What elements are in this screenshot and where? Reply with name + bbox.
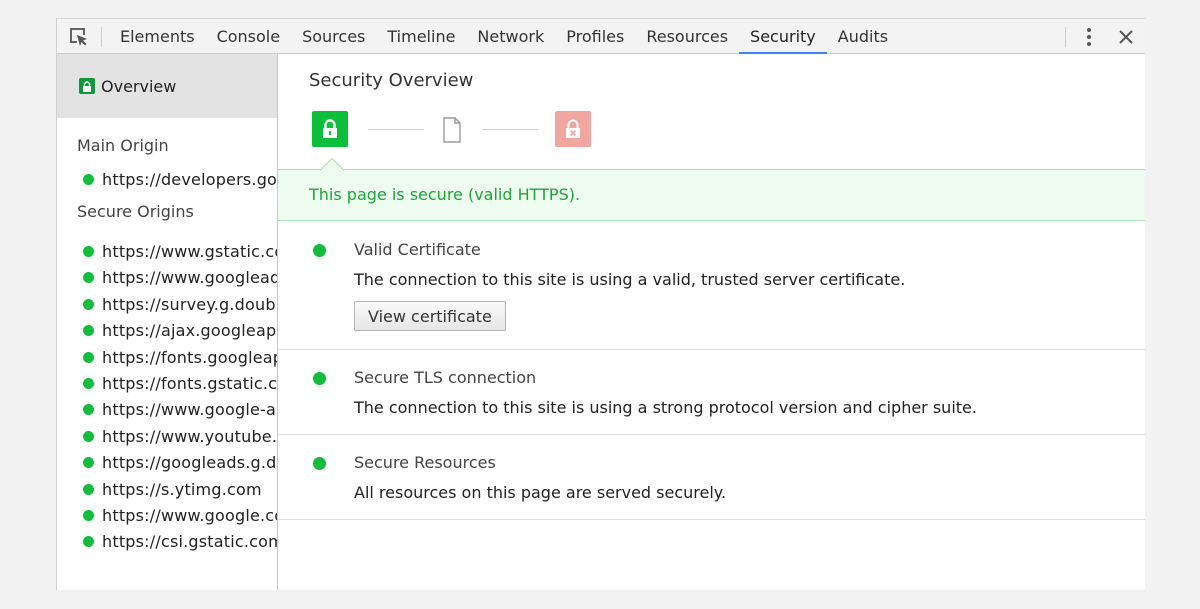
- secure-origins-heading: Secure Origins: [77, 202, 194, 222]
- origin-label: https://www.google-ar: [102, 400, 278, 420]
- tab-profiles[interactable]: Profiles: [555, 19, 635, 54]
- explanation-description: The connection to this site is using a s…: [354, 398, 977, 417]
- secure-dot-icon: [83, 378, 94, 390]
- explanation-secure-tls: Secure TLS connection The connection to …: [278, 350, 1145, 435]
- sidebar-item-origin[interactable]: https://www.gstatic.co: [57, 238, 277, 264]
- secure-origins-list: https://www.gstatic.co https://www.google…: [57, 238, 277, 555]
- security-main-panel: Security Overview This page is secure (v…: [278, 54, 1145, 590]
- secure-dot-icon: [83, 404, 94, 416]
- document-icon: [443, 117, 461, 143]
- devtools-window: Elements Console Sources Timeline Networ…: [56, 18, 1145, 590]
- devtools-toolbar: Elements Console Sources Timeline Networ…: [57, 18, 1145, 54]
- security-summary-banner: This page is secure (valid HTTPS).: [278, 169, 1145, 221]
- secure-dot-icon: [83, 483, 94, 495]
- origin-label: https://s.ytimg.com: [102, 479, 262, 499]
- lock-icon: [79, 78, 95, 94]
- sidebar-item-origin[interactable]: https://www.googleads: [57, 265, 277, 291]
- origin-label: https://www.youtube.c: [102, 426, 278, 446]
- sidebar-overview-label: Overview: [101, 76, 177, 96]
- close-icon: [1119, 30, 1133, 44]
- origin-label: https://developers.goo: [102, 169, 278, 189]
- origin-label: https://fonts.gstatic.co: [102, 374, 278, 394]
- sidebar-item-origin[interactable]: https://survey.g.doubl: [57, 291, 277, 317]
- origin-label: https://ajax.googleapi: [102, 321, 278, 341]
- secure-dot-icon: [313, 372, 326, 385]
- tab-console[interactable]: Console: [206, 19, 292, 54]
- tab-sources[interactable]: Sources: [291, 19, 376, 54]
- tab-audits[interactable]: Audits: [827, 19, 899, 54]
- close-devtools-button[interactable]: [1114, 25, 1138, 49]
- origin-label: https://googleads.g.do: [102, 453, 278, 473]
- panel-tabs: Elements Console Sources Timeline Networ…: [109, 19, 899, 54]
- origin-label: https://www.googleads: [102, 268, 278, 288]
- origin-label: https://survey.g.doubl: [102, 294, 278, 314]
- more-options-button[interactable]: [1077, 25, 1101, 49]
- secure-lock-icon: [312, 111, 348, 147]
- more-vertical-icon: [1087, 28, 1091, 46]
- view-certificate-button[interactable]: View certificate: [354, 301, 506, 331]
- inspect-element-button[interactable]: [67, 25, 91, 49]
- toolbar-separator: [101, 27, 102, 47]
- tab-timeline[interactable]: Timeline: [376, 19, 466, 54]
- secure-dot-icon: [83, 298, 94, 310]
- tab-resources[interactable]: Resources: [635, 19, 739, 54]
- sidebar-item-origin[interactable]: https://www.google-ar: [57, 397, 277, 423]
- secure-dot-icon: [313, 244, 326, 257]
- explanation-title: Secure Resources: [354, 453, 496, 472]
- sidebar-item-origin[interactable]: https://fonts.gstatic.co: [57, 370, 277, 396]
- sidebar-item-origin[interactable]: https://googleads.g.do: [57, 450, 277, 476]
- origin-label: https://www.gstatic.co: [102, 242, 278, 262]
- secure-dot-icon: [83, 272, 94, 284]
- secure-dot-icon: [83, 246, 94, 258]
- inspect-element-icon: [70, 28, 89, 47]
- tab-network[interactable]: Network: [466, 19, 555, 54]
- origin-label: https://csi.gstatic.com: [102, 532, 278, 552]
- sidebar-item-origin[interactable]: https://ajax.googleapi: [57, 318, 277, 344]
- tab-security[interactable]: Security: [739, 19, 827, 54]
- summary-connector: [482, 129, 538, 130]
- explanation-description: All resources on this page are served se…: [354, 483, 727, 502]
- sidebar-item-origin[interactable]: https://www.youtube.c: [57, 423, 277, 449]
- secure-dot-icon: [83, 173, 94, 185]
- secure-dot-icon: [313, 457, 326, 470]
- main-origin-heading: Main Origin: [77, 136, 169, 155]
- explanation-valid-certificate: Valid Certificate The connection to this…: [278, 222, 1145, 350]
- sidebar-item-main-origin[interactable]: https://developers.goo: [57, 166, 277, 192]
- page-title: Security Overview: [309, 70, 474, 91]
- insecure-lock-icon: [555, 111, 591, 147]
- secure-dot-icon: [83, 351, 94, 363]
- sidebar-item-overview[interactable]: Overview: [57, 54, 277, 118]
- origin-label: https://www.google.co: [102, 505, 278, 525]
- secure-dot-icon: [83, 430, 94, 442]
- sidebar-item-origin[interactable]: https://www.google.co: [57, 502, 277, 528]
- tab-elements[interactable]: Elements: [109, 19, 206, 54]
- explanation-description: The connection to this site is using a v…: [354, 270, 906, 289]
- origin-label: https://fonts.googleap: [102, 347, 278, 367]
- secure-dot-icon: [83, 325, 94, 337]
- explanation-title: Valid Certificate: [354, 240, 481, 259]
- secure-dot-icon: [83, 536, 94, 548]
- explanation-title: Secure TLS connection: [354, 368, 537, 387]
- summary-connector: [368, 129, 424, 130]
- toolbar-separator: [1065, 27, 1066, 47]
- secure-dot-icon: [83, 457, 94, 469]
- sidebar-item-origin[interactable]: https://s.ytimg.com: [57, 476, 277, 502]
- explanation-secure-resources: Secure Resources All resources on this p…: [278, 435, 1145, 520]
- sidebar-item-origin[interactable]: https://csi.gstatic.com: [57, 529, 277, 555]
- sidebar-item-origin[interactable]: https://fonts.googleap: [57, 344, 277, 370]
- secure-dot-icon: [83, 509, 94, 521]
- security-summary-icons: [312, 111, 612, 151]
- security-sidebar: Overview Main Origin https://developers.…: [57, 54, 278, 590]
